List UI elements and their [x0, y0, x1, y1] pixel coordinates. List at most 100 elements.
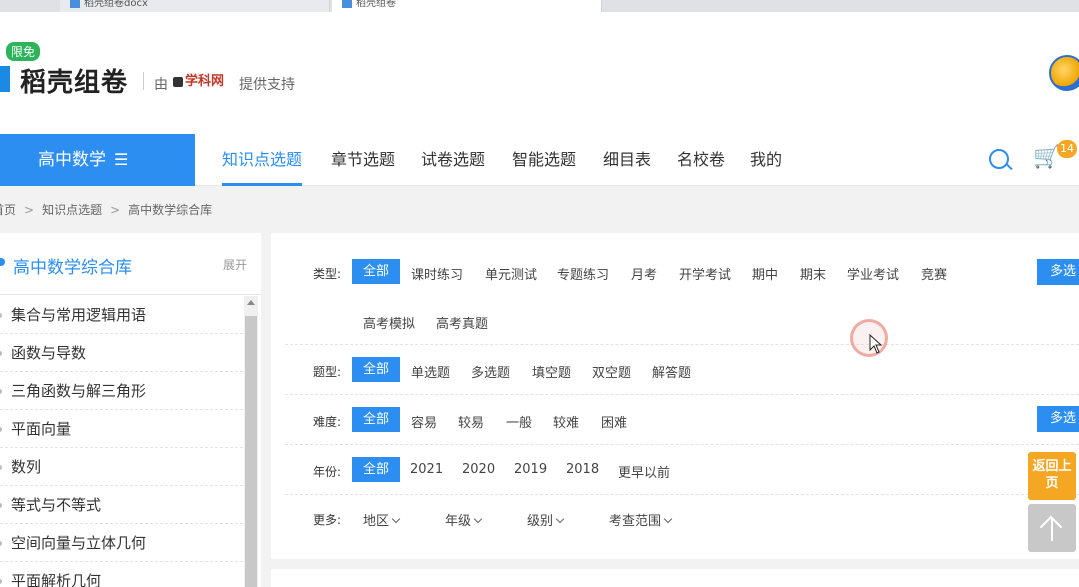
filter-option[interactable]: 开学考试	[679, 264, 731, 283]
filter-option-selected[interactable]: 全部	[352, 407, 400, 432]
breadcrumb-home[interactable]: 首页	[0, 203, 16, 217]
filter-option[interactable]: 2020	[462, 462, 495, 477]
filter-label: 难度:	[313, 415, 342, 429]
filter-option[interactable]: 填空题	[532, 362, 571, 381]
nav-item-famous-school[interactable]: 名校卷	[677, 134, 725, 186]
scope-dropdown[interactable]: 考查范围	[609, 510, 673, 529]
nav-item-chapter[interactable]: 章节选题	[331, 134, 395, 186]
filter-option[interactable]: 期中	[752, 264, 778, 283]
main-nav: 高中数学 ☰ 知识点选题 章节选题 试卷选题 智能选题 细目表 名校卷 我的 🛒 …	[0, 134, 1079, 186]
filter-option[interactable]: 更早以前	[618, 462, 670, 481]
sidebar-item[interactable]: 三角函数与解三角形	[0, 372, 243, 410]
filter-option[interactable]: 课时练习	[411, 264, 463, 283]
menu-icon: ☰	[114, 150, 129, 169]
cart-count-badge: 14	[1057, 140, 1077, 158]
subject-label: 高中数学	[38, 150, 106, 170]
filter-option[interactable]: 单元测试	[485, 264, 537, 283]
sidebar-item[interactable]: 数列	[0, 448, 243, 486]
filter-option-selected[interactable]: 全部	[352, 357, 400, 382]
filter-option[interactable]: 较易	[458, 412, 484, 431]
nav-item-smart[interactable]: 智能选题	[512, 134, 576, 186]
filter-option[interactable]: 高考模拟	[363, 313, 415, 332]
filter-option[interactable]: 双空题	[592, 362, 631, 381]
filter-option[interactable]: 学业考试	[847, 264, 899, 283]
sidebar-list: 集合与常用逻辑用语 函数与导数 三角函数与解三角形 平面向量 数列 等式与不等式…	[0, 296, 243, 587]
scroll-up-icon[interactable]	[247, 300, 255, 305]
filter-label: 类型:	[313, 267, 342, 281]
dropdown-label: 考查范围	[609, 514, 662, 529]
filter-option[interactable]: 多选题	[471, 362, 510, 381]
filter-option[interactable]: 2019	[514, 462, 547, 477]
sidebar-item[interactable]: 集合与常用逻辑用语	[0, 296, 243, 334]
tab-label: 稻壳组卷docx	[84, 0, 148, 9]
filter-option-selected[interactable]: 全部	[352, 259, 400, 284]
free-badge: 限免	[6, 42, 41, 61]
type-multi-select-button[interactable]: 多选	[1037, 259, 1079, 285]
filter-option[interactable]: 专题练习	[557, 264, 609, 283]
filter-option[interactable]: 月考	[631, 264, 657, 283]
site-logo[interactable]: 稻壳组卷	[20, 62, 128, 99]
chevron-down-icon	[473, 514, 483, 524]
partner-logo[interactable]: 学科网	[173, 70, 224, 89]
breadcrumb-separator: >	[24, 203, 35, 217]
scrollbar-thumb[interactable]	[245, 316, 257, 587]
filter-row-type: 类型: 全部 课时练习 单元测试 专题练习 月考 开学考试 期中 期末 学业考试…	[285, 233, 1079, 345]
sidebar-item[interactable]: 空间向量与立体几何	[0, 524, 243, 562]
dropdown-label: 年级	[445, 514, 472, 529]
divider	[143, 72, 144, 90]
tab-label: 稻壳组卷	[356, 0, 396, 9]
nav-item-mine[interactable]: 我的	[750, 134, 782, 186]
level-dropdown[interactable]: 级别	[527, 510, 565, 529]
filter-option[interactable]: 解答题	[652, 362, 691, 381]
filter-option[interactable]: 期末	[800, 264, 826, 283]
search-icon[interactable]	[989, 149, 1009, 169]
filter-panel: 类型: 全部 课时练习 单元测试 专题练习 月考 开学考试 期中 期末 学业考试…	[271, 233, 1079, 559]
difficulty-multi-select-button[interactable]: 多选	[1037, 406, 1079, 432]
sidebar-scrollbar[interactable]	[244, 296, 258, 587]
filter-option[interactable]: 困难	[601, 412, 627, 431]
filter-option[interactable]: 容易	[411, 412, 437, 431]
by-label: 由	[154, 77, 168, 93]
nav-item-outline[interactable]: 细目表	[603, 134, 651, 186]
filter-option[interactable]: 高考真题	[436, 313, 488, 332]
graduation-cap-icon	[173, 76, 183, 87]
partner-logo-text: 学科网	[185, 74, 225, 89]
sidebar-item[interactable]: 平面解析几何	[0, 562, 243, 587]
sidebar-item[interactable]: 函数与导数	[0, 334, 243, 372]
page-icon	[342, 0, 352, 8]
breadcrumb-knowledge[interactable]: 知识点选题	[42, 203, 102, 217]
page: 稻壳组卷docx 稻壳组卷 限免 稻壳组卷 由 学科网 提供支持 高中数学 ☰ 知…	[0, 0, 1079, 587]
chevron-down-icon	[663, 514, 673, 524]
nav-item-knowledge[interactable]: 知识点选题	[222, 134, 303, 186]
browser-tab-strip: 稻壳组卷docx 稻壳组卷	[0, 0, 1079, 12]
sidebar-item[interactable]: 平面向量	[0, 410, 243, 448]
filter-option[interactable]: 一般	[506, 412, 532, 431]
knowledge-tree-sidebar: 高中数学综合库 展开 集合与常用逻辑用语 函数与导数 三角函数与解三角形 平面向…	[0, 233, 261, 587]
filter-row-more: 更多: 地区 年级 级别 考查范围	[285, 495, 1079, 545]
sidebar-title[interactable]: 高中数学综合库	[13, 253, 132, 278]
browser-tab[interactable]: 稻壳组卷docx	[60, 0, 330, 12]
filter-option[interactable]: 单选题	[411, 362, 450, 381]
filter-label: 题型:	[313, 365, 342, 379]
sidebar-item[interactable]: 等式与不等式	[0, 486, 243, 524]
filter-option[interactable]: 较难	[553, 412, 579, 431]
document-icon	[70, 0, 80, 8]
logo-icon	[0, 66, 10, 92]
filter-option-selected[interactable]: 全部	[352, 457, 400, 482]
grade-dropdown[interactable]: 年级	[445, 510, 483, 529]
filter-label: 年份:	[313, 465, 342, 479]
expand-button[interactable]: 展开	[223, 256, 247, 273]
back-button[interactable]: 返回上页	[1028, 452, 1076, 500]
region-dropdown[interactable]: 地区	[363, 510, 401, 529]
filter-option[interactable]: 2018	[566, 462, 599, 477]
subject-selector[interactable]: 高中数学 ☰	[0, 134, 195, 186]
browser-tab-active[interactable]: 稻壳组卷	[332, 0, 602, 12]
dropdown-label: 地区	[363, 514, 390, 529]
sidebar-header: 高中数学综合库 展开	[0, 233, 261, 295]
filter-option[interactable]: 竞赛	[921, 264, 947, 283]
back-to-top-icon[interactable]	[1028, 504, 1076, 552]
nav-item-paper[interactable]: 试卷选题	[421, 134, 485, 186]
avatar[interactable]	[1049, 55, 1079, 91]
filter-option[interactable]: 2021	[410, 462, 443, 477]
support-label: 提供支持	[239, 77, 295, 93]
